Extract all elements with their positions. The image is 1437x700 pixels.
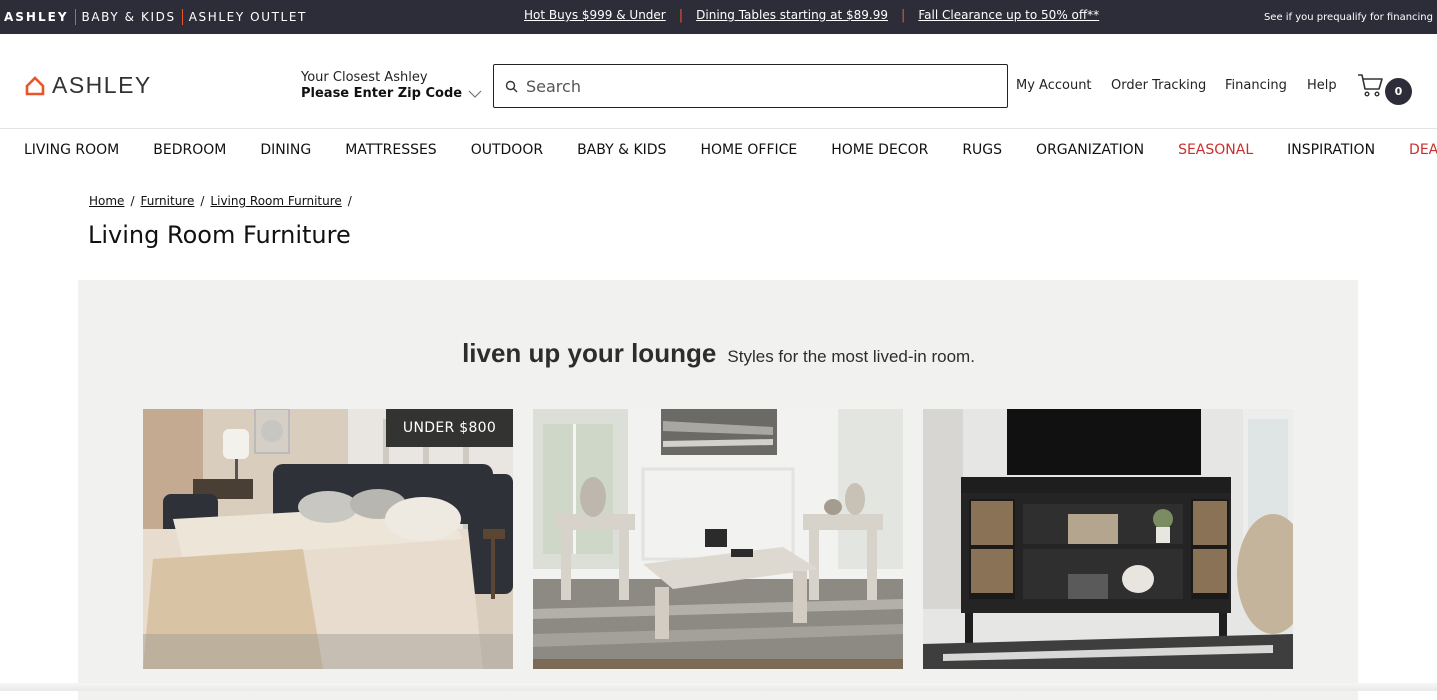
- promo-divider: |: [900, 7, 906, 23]
- nav-item-baby-kids[interactable]: BABY & KIDS: [577, 142, 666, 164]
- brand-divider: [181, 9, 183, 25]
- nav-item-mattresses[interactable]: MATTRESSES: [345, 142, 437, 164]
- banner-headline: liven up your lounge: [462, 338, 717, 368]
- promo-links: Hot Buys $999 & Under | Dining Tables st…: [524, 0, 1099, 30]
- scroll-shade: [0, 683, 1437, 691]
- zip-prompt-row: Please Enter Zip Code: [301, 86, 482, 102]
- nav-item-outdoor[interactable]: OUTDOOR: [471, 142, 543, 164]
- order-tracking-link[interactable]: Order Tracking: [1111, 78, 1206, 93]
- brand-link-baby-kids[interactable]: BABY & KIDS: [82, 10, 176, 24]
- nav-item-home-decor[interactable]: HOME DECOR: [831, 142, 928, 164]
- nav-item-home-office[interactable]: HOME OFFICE: [700, 142, 797, 164]
- promo-fall-clearance-link[interactable]: Fall Clearance up to 50% off**: [918, 8, 1099, 22]
- banner-image-tv-stand[interactable]: [923, 409, 1293, 669]
- search-icon: [505, 80, 518, 92]
- cart-count-badge: 0: [1385, 78, 1412, 105]
- header-divider: [0, 128, 1437, 129]
- nav-item-inspiration[interactable]: INSPIRATION: [1287, 142, 1375, 164]
- nav-item-organization[interactable]: ORGANIZATION: [1036, 142, 1144, 164]
- nav-item-living-room[interactable]: LIVING ROOM: [24, 142, 119, 164]
- closest-store-label: Your Closest Ashley: [301, 70, 428, 85]
- brand-switcher: ASHLEY BABY & KIDS ASHLEY OUTLET: [4, 0, 307, 34]
- nav-item-deals[interactable]: DEALS: [1409, 142, 1437, 164]
- brand-link-ashley-outlet[interactable]: ASHLEY OUTLET: [189, 10, 307, 24]
- breadcrumb-living-room-furniture[interactable]: Living Room Furniture: [210, 194, 341, 208]
- breadcrumb-separator: /: [130, 194, 135, 208]
- promo-divider: |: [678, 7, 684, 23]
- breadcrumb-separator: /: [347, 194, 352, 208]
- cart-icon: [1358, 74, 1383, 97]
- search-box[interactable]: [493, 64, 1008, 108]
- help-link[interactable]: Help: [1307, 78, 1337, 93]
- banner-subhead: Styles for the most lived-in room.: [727, 347, 975, 366]
- promo-hot-buys-link[interactable]: Hot Buys $999 & Under: [524, 8, 666, 22]
- brand-link-ashley[interactable]: ASHLEY: [4, 10, 69, 24]
- nav-item-rugs[interactable]: RUGS: [962, 142, 1002, 164]
- nav-item-dining[interactable]: DINING: [260, 142, 311, 164]
- nav-item-seasonal[interactable]: SEASONAL: [1178, 142, 1253, 164]
- brand-divider: [74, 9, 76, 25]
- closest-store-selector[interactable]: Your Closest Ashley Please Enter Zip Cod…: [301, 70, 482, 102]
- promo-dining-tables-link[interactable]: Dining Tables starting at $89.99: [696, 8, 888, 22]
- chevron-down-icon: [468, 90, 482, 98]
- financing-link[interactable]: Financing: [1225, 78, 1287, 93]
- under-800-badge: UNDER $800: [386, 409, 513, 447]
- ashley-logo[interactable]: ASHLEY: [25, 72, 152, 99]
- main-nav: LIVING ROOM BEDROOM DINING MATTRESSES OU…: [24, 142, 1437, 164]
- banner-image-sleeper-sofa[interactable]: [143, 409, 513, 669]
- search-input[interactable]: [526, 76, 966, 96]
- house-icon: [25, 75, 45, 95]
- breadcrumb-home[interactable]: Home: [89, 194, 124, 208]
- zip-code-prompt: Please Enter Zip Code: [301, 86, 463, 101]
- banner-image-table-set[interactable]: [533, 409, 903, 669]
- breadcrumb: Home / Furniture / Living Room Furniture…: [89, 194, 358, 208]
- breadcrumb-separator: /: [200, 194, 205, 208]
- nav-item-bedroom[interactable]: BEDROOM: [153, 142, 226, 164]
- logo-wordmark: ASHLEY: [52, 72, 152, 98]
- page-title: Living Room Furniture: [88, 221, 351, 249]
- prequalify-link[interactable]: See if you prequalify for financing: [1264, 0, 1433, 34]
- banner-heading: liven up your lounge Styles for the most…: [0, 338, 1437, 369]
- cart-button[interactable]: 0: [1357, 72, 1412, 105]
- my-account-link[interactable]: My Account: [1016, 78, 1092, 93]
- breadcrumb-furniture[interactable]: Furniture: [140, 194, 194, 208]
- top-utility-bar: ASHLEY BABY & KIDS ASHLEY OUTLET Hot Buy…: [0, 0, 1437, 34]
